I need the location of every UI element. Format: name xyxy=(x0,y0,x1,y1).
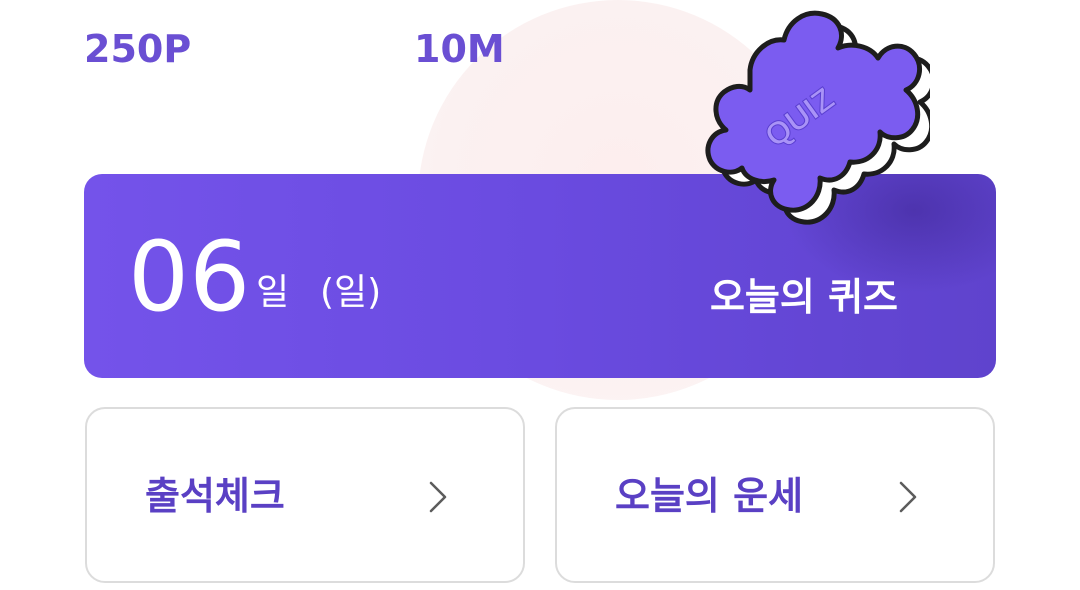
date-day: 06 xyxy=(128,221,251,333)
puzzle-piece-icon[interactable]: QUIZ xyxy=(672,0,930,236)
chevron-right-icon xyxy=(429,481,447,513)
quiz-title: 오늘의 퀴즈 xyxy=(709,275,898,319)
attendance-check-label: 출석체크 xyxy=(145,474,285,518)
date-day-unit: 일 xyxy=(256,272,290,313)
attendance-check-card[interactable]: 출석체크 xyxy=(85,407,525,583)
today-fortune-label: 오늘의 운세 xyxy=(615,474,804,518)
date-weekday: (일) xyxy=(320,272,382,313)
chevron-right-icon xyxy=(899,481,917,513)
minutes-value: 10M xyxy=(414,27,505,71)
points-value: 250P xyxy=(84,27,192,71)
today-fortune-card[interactable]: 오늘의 운세 xyxy=(555,407,995,583)
